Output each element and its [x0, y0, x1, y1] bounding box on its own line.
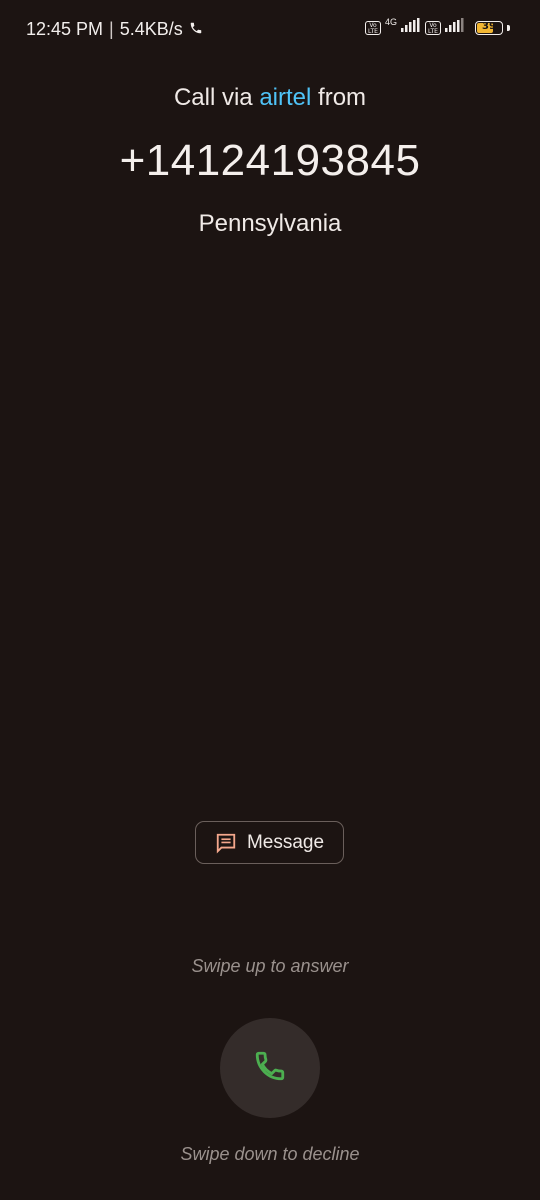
answer-button[interactable]: [220, 1018, 320, 1118]
volte-sim1-icon: Vo LTE: [364, 20, 381, 35]
signal-sim1-icon: [401, 18, 421, 37]
message-label: Message: [246, 831, 325, 853]
network-speed: 5.4KB/s: [119, 19, 183, 39]
message-icon: [215, 832, 237, 854]
caller-location: Pennsylvania: [198, 210, 342, 237]
phone-answer-icon: [253, 1049, 287, 1088]
phone-icon: [189, 19, 203, 40]
message-button[interactable]: Message: [195, 821, 344, 864]
status-separator: |: [109, 19, 114, 39]
signal-sim2-icon: [445, 18, 465, 37]
status-left: 12:45 PM | 5.4KB/s: [26, 19, 203, 40]
call-via-suffix: from: [318, 84, 367, 111]
status-right: Vo LTE 4G Vo LTE 39: [364, 17, 510, 37]
battery-level: 39: [482, 20, 496, 32]
caller-number: +14124193845: [119, 136, 421, 185]
swipe-up-hint: Swipe up to answer: [191, 956, 349, 976]
carrier-name: airtel: [259, 84, 312, 111]
call-via-header: Call via airtel from: [0, 84, 540, 112]
battery-icon: 39: [475, 20, 503, 35]
battery-nub: [507, 24, 510, 31]
network-type: 4G: [384, 17, 397, 27]
volte-sim2-icon: Vo LTE: [425, 20, 441, 35]
status-bar: 12:45 PM | 5.4KB/s Vo LTE 4G Vo LTE 39: [0, 0, 540, 60]
swipe-down-hint: Swipe down to decline: [180, 1144, 360, 1164]
call-via-prefix: Call via: [173, 84, 253, 111]
status-time: 12:45 PM: [26, 19, 104, 39]
